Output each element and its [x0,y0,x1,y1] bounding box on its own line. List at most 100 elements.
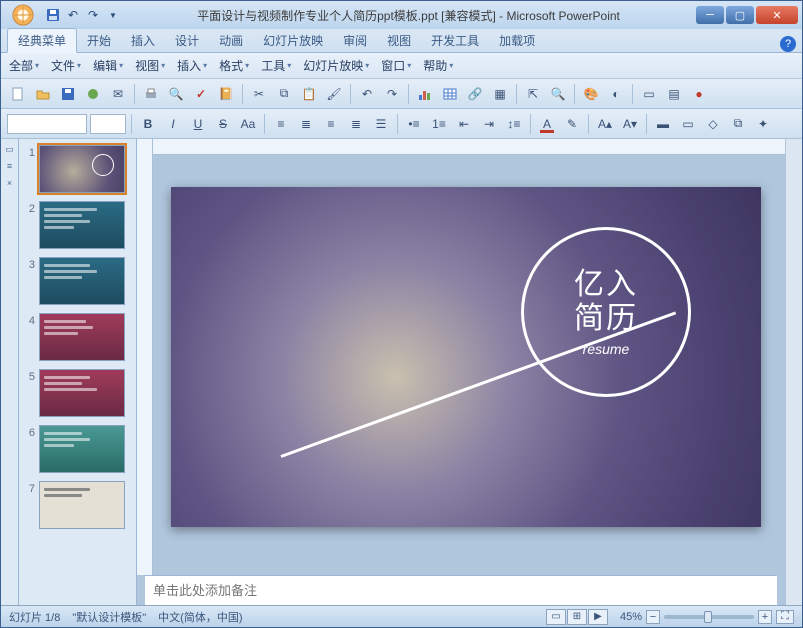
tab-view[interactable]: 视图 [377,29,421,52]
thumbnail-7[interactable]: 7 [23,481,132,529]
record-icon[interactable]: ● [688,83,710,105]
help-icon[interactable]: ? [780,36,796,52]
menu-format[interactable]: 格式▾ [219,57,249,74]
font-size-input[interactable] [90,114,126,134]
tab-home[interactable]: 开始 [77,29,121,52]
zoom-level[interactable]: 45% [620,611,642,623]
shapes-icon[interactable]: ◇ [702,113,724,135]
open-icon[interactable] [32,83,54,105]
outline-tab-icon[interactable]: ≡ [3,159,17,173]
zoom-in-button[interactable]: + [758,610,772,624]
email-icon[interactable]: ✉ [107,83,129,105]
slide-canvas[interactable]: 亿入 简历 resume [137,139,785,575]
hyperlink-icon[interactable]: 🔗 [464,83,486,105]
table-insert-icon[interactable]: ▦ [489,83,511,105]
align-left-icon[interactable]: ≡ [270,113,292,135]
save-icon[interactable] [45,7,61,23]
permission-icon[interactable] [82,83,104,105]
menu-edit[interactable]: 编辑▾ [93,57,123,74]
slides-tab-icon[interactable]: ▭ [3,142,17,156]
decrease-font-icon[interactable]: A▾ [619,113,641,135]
tab-design[interactable]: 设计 [165,29,209,52]
cut-icon[interactable]: ✂ [248,83,270,105]
underline-button[interactable]: U [187,113,209,135]
tab-slideshow[interactable]: 幻灯片放映 [253,29,333,52]
grayscale-icon[interactable]: ◐ [605,83,627,105]
italic-button[interactable]: I [162,113,184,135]
increase-indent-icon[interactable]: ⇥ [478,113,500,135]
new-icon[interactable] [7,83,29,105]
spelling-icon[interactable]: ✓ [190,83,212,105]
menu-file[interactable]: 文件▾ [51,57,81,74]
chart-icon[interactable] [414,83,436,105]
minimize-button[interactable]: ─ [696,6,724,24]
thumbnail-1[interactable]: 1 [23,145,132,193]
menu-insert[interactable]: 插入▾ [177,57,207,74]
thumbnail-3[interactable]: 3 [23,257,132,305]
office-button[interactable] [5,3,41,27]
justify-icon[interactable]: ≣ [345,113,367,135]
color-icon[interactable]: 🎨 [580,83,602,105]
thumbnail-4[interactable]: 4 [23,313,132,361]
status-language[interactable]: 中文(简体，中国) [158,609,242,625]
font-family-input[interactable] [7,114,87,134]
strike-button[interactable]: S [212,113,234,135]
qat-dropdown-icon[interactable]: ▼ [105,7,121,23]
menu-tools[interactable]: 工具▾ [261,57,291,74]
bullets-icon[interactable]: •≡ [403,113,425,135]
slideshow-view-icon[interactable]: ▶ [588,609,608,625]
undo-icon[interactable]: ↶ [356,83,378,105]
fit-window-icon[interactable]: ⛶ [776,610,794,624]
zoom-slider[interactable] [664,615,754,619]
save-icon[interactable] [57,83,79,105]
tab-insert[interactable]: 插入 [121,29,165,52]
numbering-icon[interactable]: 1≡ [428,113,450,135]
redo-icon[interactable]: ↷ [381,83,403,105]
increase-font-icon[interactable]: A▴ [594,113,616,135]
new-slide-icon[interactable]: ▭ [638,83,660,105]
menu-slideshow[interactable]: 幻灯片放映▾ [303,57,369,74]
format-painter-icon[interactable]: 🖌 [323,83,345,105]
close-button[interactable]: ✕ [756,6,798,24]
menu-help[interactable]: 帮助▾ [423,57,453,74]
tab-animation[interactable]: 动画 [209,29,253,52]
thumbnail-6[interactable]: 6 [23,425,132,473]
align-center-icon[interactable]: ≣ [295,113,317,135]
print-preview-icon[interactable]: 🔍 [165,83,187,105]
highlight-icon[interactable]: ✎ [561,113,583,135]
copy-icon[interactable]: ⧉ [273,83,295,105]
table-icon[interactable] [439,83,461,105]
tab-classic-menu[interactable]: 经典菜单 [7,28,77,53]
redo-icon[interactable]: ↷ [85,7,101,23]
menu-all[interactable]: 全部▾ [9,57,39,74]
close-pane-icon[interactable]: × [3,176,17,190]
menu-window[interactable]: 窗口▾ [381,57,411,74]
line-spacing-icon[interactable]: ↕≡ [503,113,525,135]
research-icon[interactable]: 📔 [215,83,237,105]
zoom-icon[interactable]: 🔍 [547,83,569,105]
vertical-scrollbar[interactable] [785,139,802,605]
print-icon[interactable] [140,83,162,105]
quick-styles-icon[interactable]: ✦ [752,113,774,135]
sorter-view-icon[interactable]: ⊞ [567,609,587,625]
menu-view[interactable]: 视图▾ [135,57,165,74]
maximize-button[interactable]: ▢ [726,6,754,24]
tab-review[interactable]: 审阅 [333,29,377,52]
zoom-out-button[interactable]: − [646,610,660,624]
notes-pane[interactable]: 单击此处添加备注 [145,575,777,605]
layout-icon[interactable]: ▤ [663,83,685,105]
change-case-button[interactable]: Aa [237,113,259,135]
tab-developer[interactable]: 开发工具 [421,29,489,52]
thumbnail-2[interactable]: 2 [23,201,132,249]
tab-addins[interactable]: 加载项 [489,29,545,52]
distribute-icon[interactable]: ☰ [370,113,392,135]
expand-icon[interactable]: ⇱ [522,83,544,105]
thumbnail-5[interactable]: 5 [23,369,132,417]
shape-fill-icon[interactable]: ▬ [652,113,674,135]
normal-view-icon[interactable]: ▭ [546,609,566,625]
slide-1[interactable]: 亿入 简历 resume [171,187,761,527]
font-color-icon[interactable]: A [536,113,558,135]
bold-button[interactable]: B [137,113,159,135]
paste-icon[interactable]: 📋 [298,83,320,105]
decrease-indent-icon[interactable]: ⇤ [453,113,475,135]
